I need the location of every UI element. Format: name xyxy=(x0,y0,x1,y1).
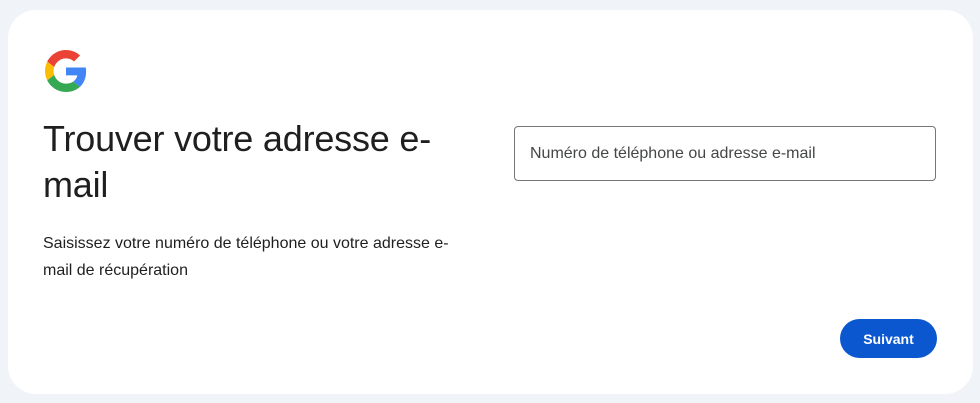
page-subtitle: Saisissez votre numéro de téléphone ou v… xyxy=(43,235,449,279)
next-button[interactable]: Suivant xyxy=(840,319,937,358)
identifier-input[interactable] xyxy=(515,127,935,180)
recovery-card: Trouver votre adresse e-mail Saisissez v… xyxy=(8,10,973,394)
page-title: Trouver votre adresse e-mail xyxy=(43,118,432,205)
identifier-field[interactable] xyxy=(514,126,936,181)
google-g-icon xyxy=(45,50,87,92)
